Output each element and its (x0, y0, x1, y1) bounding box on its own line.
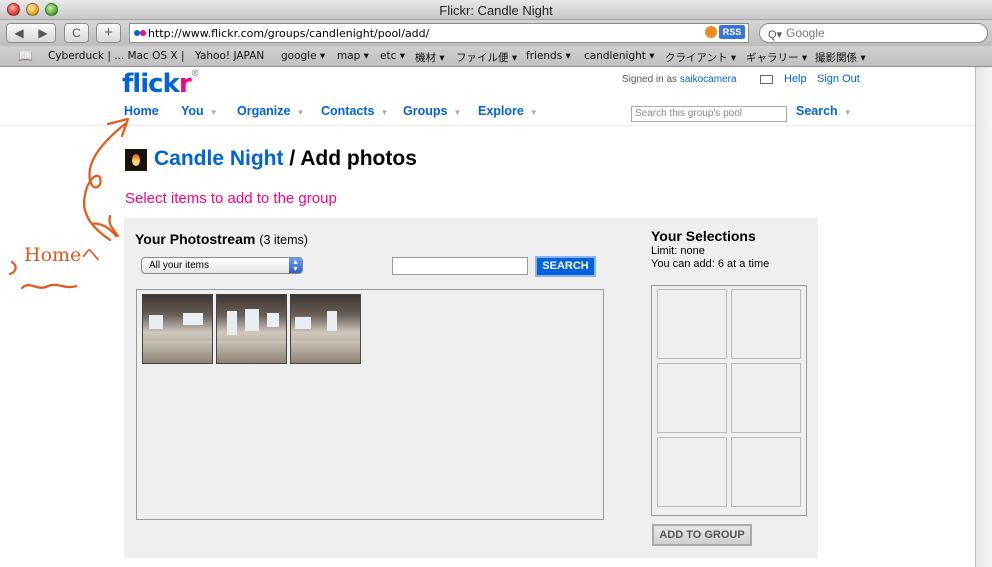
instruction-text: Select items to add to the group (125, 190, 337, 207)
selections-limit: Limit: none (651, 245, 705, 257)
photostream-title: Your Photostream (3 items) (135, 231, 308, 247)
web-page: flickr® Signed in as saikocamera Help Si… (0, 67, 975, 567)
forward-arrow-icon[interactable]: ▶ (31, 24, 55, 42)
sign-out-link[interactable]: Sign Out (817, 73, 860, 85)
google-search-placeholder: Google (786, 26, 825, 40)
photostream-search-button[interactable]: SEARCH (535, 256, 596, 277)
page-title: Candle Night / Add photos (154, 147, 417, 170)
chevron-down-icon[interactable]: ▼ (530, 108, 538, 117)
search-icon: Q▾ (768, 29, 783, 41)
bookmark-item[interactable]: etc ▾ (380, 50, 405, 62)
mail-icon[interactable] (760, 75, 773, 84)
window-title: Flickr: Candle Night (439, 3, 553, 18)
photostream-filter-select[interactable]: All your items ▲ ▼ (141, 257, 303, 274)
open-book-icon[interactable]: 📖 (18, 49, 33, 63)
bookmark-item[interactable]: ギャラリー ▾ (746, 50, 807, 65)
pool-search-input[interactable]: Search this group's pool (631, 106, 787, 122)
selections-grid (651, 285, 807, 516)
bookmark-item[interactable]: クライアント ▾ (665, 50, 736, 65)
rss-button[interactable]: RSS (719, 25, 745, 39)
bookmarks-bar: 📖 Cyberduck | ... Mac OS X | Yahoo! JAPA… (0, 46, 992, 67)
back-arrow-icon[interactable]: ◀ (7, 24, 31, 42)
selection-slot[interactable] (731, 289, 801, 359)
selections-can-add: You can add: 6 at a time (651, 258, 770, 270)
selection-slot[interactable] (657, 363, 727, 433)
bookmark-item[interactable]: candlenight ▾ (584, 50, 655, 62)
home-annotation-text: Homeへ (24, 244, 101, 266)
add-bookmark-button[interactable]: + (96, 23, 121, 43)
photostream-photo-list (136, 289, 604, 520)
bookmark-item[interactable]: ファイル便 ▾ (456, 50, 517, 65)
photostream-search-input[interactable] (392, 257, 528, 275)
flickr-logo[interactable]: flickr® (122, 69, 200, 99)
address-text[interactable]: http://www.flickr.com/groups/candlenight… (148, 27, 429, 40)
username-link[interactable]: saikocamera (680, 74, 737, 85)
chevron-down-icon[interactable]: ▼ (380, 108, 388, 117)
signed-in-text: Signed in as saikocamera (622, 74, 737, 85)
nav-explore[interactable]: Explore ▼ (478, 104, 538, 118)
bookmark-item[interactable]: 機材 ▾ (415, 50, 445, 65)
help-link[interactable]: Help (784, 73, 807, 85)
bookmark-item[interactable]: 撮影関係 ▾ (815, 50, 866, 65)
chevron-down-icon[interactable]: ▼ (453, 108, 461, 117)
header-divider (0, 125, 975, 126)
snapback-icon[interactable] (705, 26, 717, 38)
reload-button[interactable]: C (64, 23, 89, 43)
selection-slot[interactable] (731, 437, 801, 507)
flickr-favicon-icon-pink (140, 30, 146, 36)
browser-window: Flickr: Candle Night ◀ ▶ C + http://www.f… (0, 0, 992, 567)
back-forward-buttons[interactable]: ◀ ▶ (6, 23, 56, 43)
group-name-link[interactable]: Candle Night (154, 147, 284, 170)
nav-organize[interactable]: Organize ▼ (237, 104, 304, 118)
nav-groups[interactable]: Groups ▼ (403, 104, 461, 118)
selections-title: Your Selections (651, 228, 756, 244)
add-to-group-button[interactable]: ADD TO GROUP (652, 524, 752, 546)
nav-home[interactable]: Home (124, 104, 159, 118)
photo-thumbnail[interactable] (290, 294, 361, 364)
address-bar[interactable]: http://www.flickr.com/groups/candlenight… (129, 23, 749, 43)
bookmark-item[interactable]: friends ▾ (526, 50, 571, 62)
title-bar: Flickr: Candle Night (0, 0, 992, 20)
bookmark-item[interactable]: Yahoo! JAPAN (195, 50, 264, 62)
chevron-down-icon[interactable]: ▼ (210, 108, 218, 117)
photo-thumbnail[interactable] (142, 294, 213, 364)
candle-flame-icon (132, 154, 140, 166)
pool-search-button[interactable]: Search ▼ (796, 104, 852, 118)
nav-you[interactable]: You ▼ (181, 104, 218, 118)
selection-slot[interactable] (657, 289, 727, 359)
browser-toolbar: ◀ ▶ C + http://www.flickr.com/groups/cand… (0, 20, 992, 46)
nav-contacts[interactable]: Contacts ▼ (321, 104, 388, 118)
photo-thumbnail[interactable] (216, 294, 287, 364)
bookmark-item[interactable]: Cyberduck | ... Mac OS X | (48, 50, 184, 62)
group-buddy-icon[interactable] (125, 149, 147, 171)
vertical-scrollbar[interactable] (975, 67, 992, 567)
selection-slot[interactable] (731, 363, 801, 433)
bookmark-item[interactable]: map ▾ (337, 50, 369, 62)
google-search-field[interactable]: Q▾ Google (759, 23, 988, 43)
add-photos-panel: Your Photostream (3 items) All your items… (124, 218, 818, 558)
select-arrows-icon: ▲ ▼ (289, 258, 302, 273)
chevron-down-icon[interactable]: ▼ (844, 108, 852, 117)
bookmark-item[interactable]: google ▾ (281, 50, 325, 62)
selection-slot[interactable] (657, 437, 727, 507)
chevron-down-icon[interactable]: ▼ (297, 108, 305, 117)
